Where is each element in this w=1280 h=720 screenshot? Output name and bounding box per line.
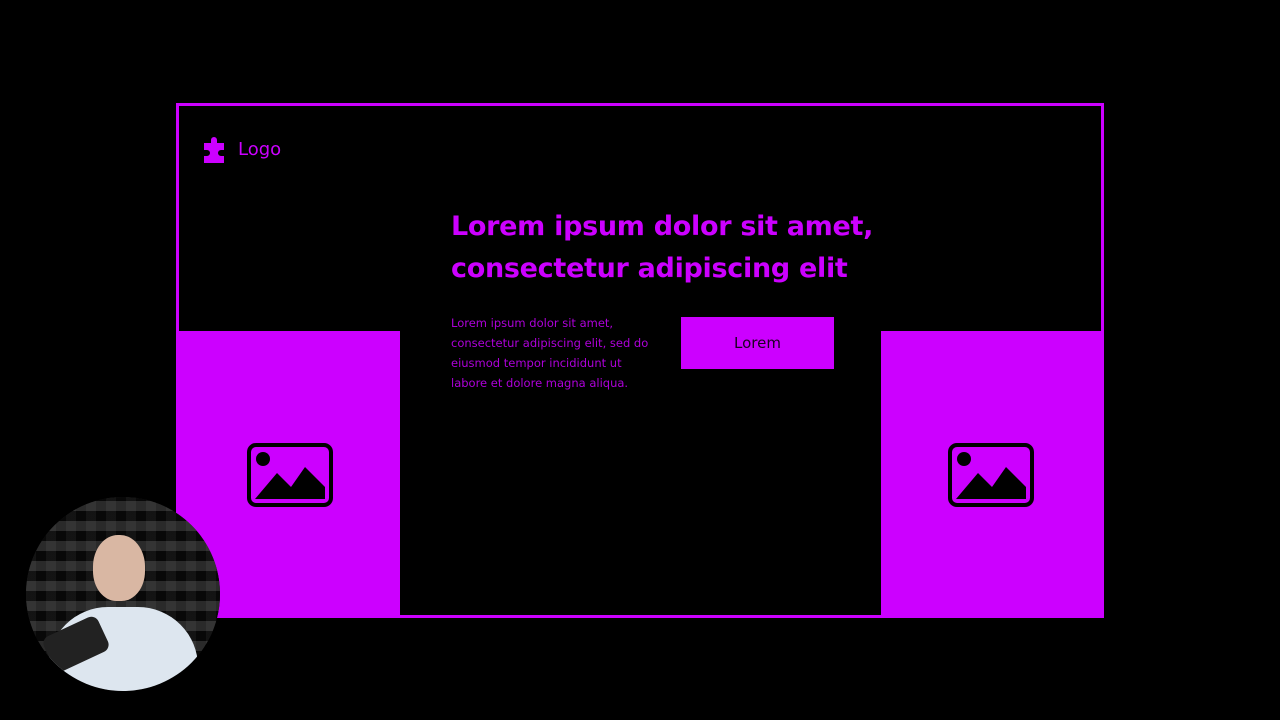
presenter-head — [93, 535, 145, 601]
hero-headline: Lorem ipsum dolor sit amet, consectetur … — [451, 211, 874, 284]
image-placeholder-icon — [247, 443, 333, 507]
image-placeholder-icon — [948, 443, 1034, 507]
cta-button[interactable]: Lorem — [681, 317, 834, 369]
presenter-webcam — [26, 497, 220, 691]
wireframe-mockup: Logo Lorem ipsum dolor sit amet, consect… — [176, 103, 1104, 618]
hero-body-text: Lorem ipsum dolor sit amet, consectetur … — [451, 316, 649, 390]
video-stage: Logo Lorem ipsum dolor sit amet, consect… — [0, 0, 1280, 720]
right-image-panel — [881, 331, 1101, 618]
logo[interactable]: Logo — [200, 133, 281, 165]
puzzle-piece-icon — [204, 137, 224, 163]
logo-label: Logo — [238, 138, 282, 160]
